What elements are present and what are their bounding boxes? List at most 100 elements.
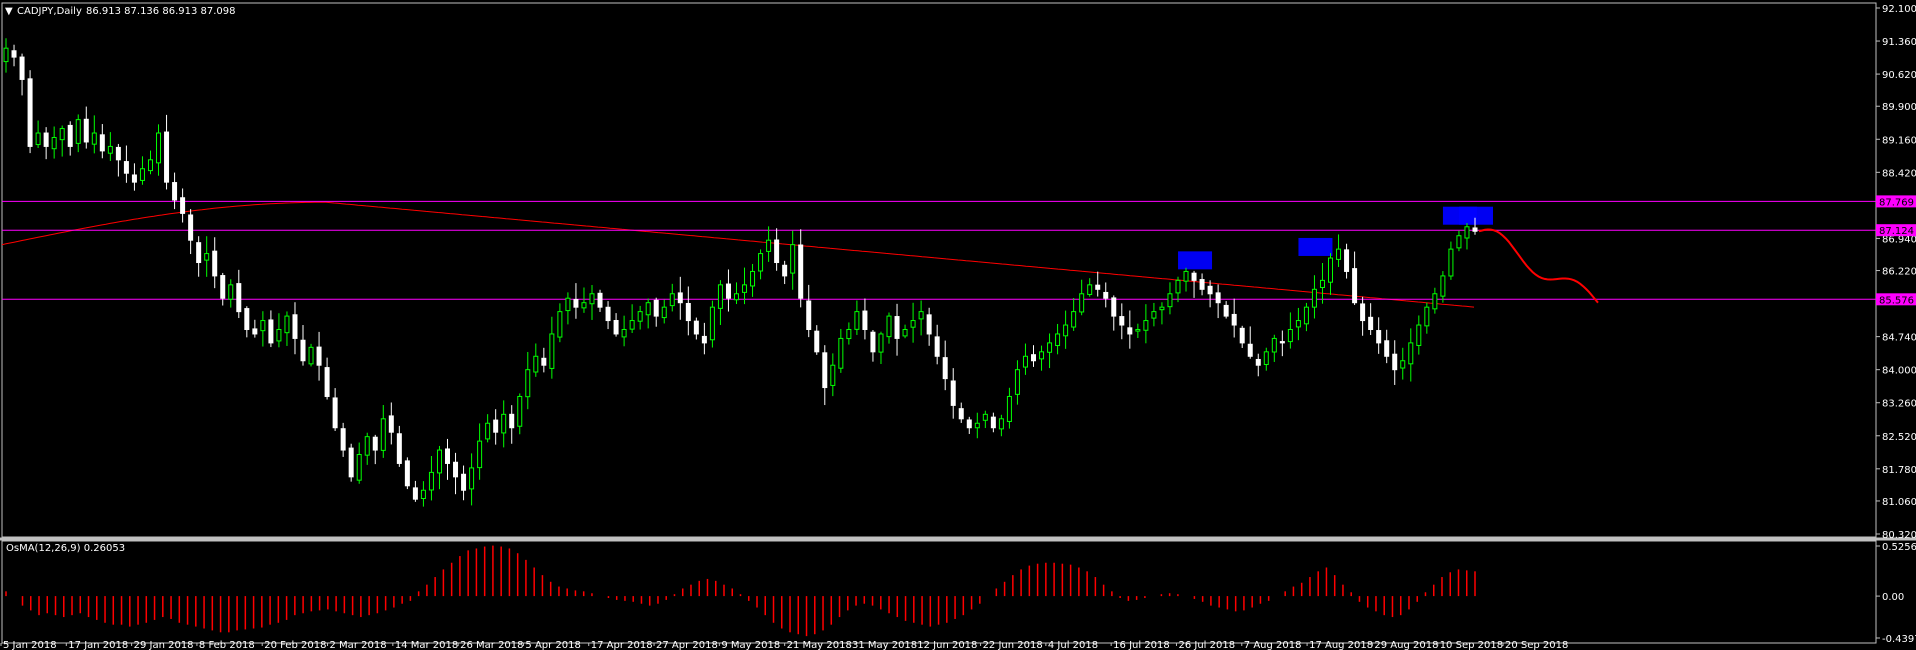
candle xyxy=(123,145,129,183)
candle xyxy=(356,442,362,484)
candle xyxy=(677,276,683,320)
candle xyxy=(1022,343,1028,375)
candle-body xyxy=(733,293,739,301)
candle-body xyxy=(902,328,908,337)
candle xyxy=(725,269,731,312)
candle xyxy=(782,260,788,285)
candle-body xyxy=(830,364,836,386)
osma-tick-label: -0.43971 xyxy=(1882,634,1916,645)
candle-body xyxy=(1295,320,1301,328)
candle-body xyxy=(356,454,362,481)
candle xyxy=(1416,315,1422,355)
candle xyxy=(1456,230,1462,252)
candle-body xyxy=(806,300,812,330)
candle xyxy=(798,229,804,308)
candle xyxy=(43,127,49,160)
candle xyxy=(517,393,523,435)
candle xyxy=(1287,312,1293,349)
candle-body xyxy=(589,293,595,305)
candle xyxy=(1376,317,1382,354)
dropdown-arrow-icon[interactable]: ▼ xyxy=(5,6,13,17)
candle-body xyxy=(276,328,282,342)
candle xyxy=(589,285,595,320)
candle xyxy=(509,405,515,444)
candle-body xyxy=(396,433,402,464)
candle xyxy=(742,267,748,305)
candle xyxy=(1119,303,1125,340)
date-tick-label: 2 Mar 2018 xyxy=(330,640,387,650)
candle xyxy=(1400,347,1406,380)
candle xyxy=(838,328,844,373)
candle-body xyxy=(878,333,884,353)
candle-body xyxy=(661,306,667,319)
candle xyxy=(1263,347,1269,371)
candle xyxy=(51,126,57,159)
candle-body xyxy=(1231,313,1237,326)
candle xyxy=(461,465,467,501)
candle-body xyxy=(1384,340,1390,357)
price-tick-label: 81.060 xyxy=(1882,497,1916,508)
candle xyxy=(549,316,555,379)
candle xyxy=(1279,330,1285,357)
candle-body xyxy=(156,132,162,164)
main-chart-frame xyxy=(1,2,1877,538)
candle xyxy=(1352,251,1358,305)
price-tag-label: 85.576 xyxy=(1879,295,1914,306)
chart-canvas[interactable]: 92.100 91.360 90.620 89.900 89.160 88.420 86.9… xyxy=(0,0,1916,650)
candle xyxy=(380,405,386,458)
price-tick-label: 84.000 xyxy=(1882,366,1916,377)
highlight-box xyxy=(1459,206,1493,225)
candles-layer[interactable] xyxy=(3,38,1478,507)
candle xyxy=(99,124,105,159)
candle xyxy=(147,150,153,175)
candle xyxy=(709,300,715,348)
candle-body xyxy=(790,244,796,274)
candle-body xyxy=(1167,293,1173,308)
candle-body xyxy=(1039,351,1045,360)
candle xyxy=(220,272,226,306)
candle-body xyxy=(685,302,691,322)
date-tick-label: 17 Jan 2018 xyxy=(68,640,128,650)
candle xyxy=(139,156,145,185)
candle-body xyxy=(51,136,57,150)
candle xyxy=(91,115,97,154)
candle xyxy=(180,188,186,223)
candle-body xyxy=(131,174,137,183)
candle-body xyxy=(1247,343,1253,357)
candle-body xyxy=(1199,279,1205,290)
date-tick-label: 26 Mar 2018 xyxy=(460,640,523,650)
candle-body xyxy=(782,264,788,277)
date-tick-label: 14 Mar 2018 xyxy=(395,640,458,650)
candle-body xyxy=(3,47,9,63)
candle-body xyxy=(428,471,434,491)
candle-body xyxy=(766,239,772,252)
candle xyxy=(1440,271,1446,303)
candle xyxy=(934,324,940,365)
price-tag-label: 87.769 xyxy=(1879,197,1914,208)
candle-body xyxy=(59,128,65,141)
candle-body xyxy=(212,250,218,277)
candle-body xyxy=(461,473,467,491)
candle-body xyxy=(814,330,820,353)
candle-body xyxy=(541,357,547,366)
candle-body xyxy=(717,284,723,309)
candle xyxy=(412,480,418,502)
candle-body xyxy=(91,132,97,145)
highlight-boxes-layer xyxy=(1178,206,1493,270)
candle xyxy=(428,455,434,501)
candle xyxy=(445,438,451,480)
candle-body xyxy=(172,182,178,201)
candle-body xyxy=(894,316,900,339)
candle xyxy=(926,307,932,346)
candle-body xyxy=(1456,235,1462,249)
candle xyxy=(621,315,627,347)
candle-body xyxy=(364,436,370,456)
candle-body xyxy=(404,460,410,487)
date-tick-label: 20 Feb 2018 xyxy=(264,640,326,650)
candle xyxy=(252,319,258,338)
candle xyxy=(1271,334,1277,362)
candle-body xyxy=(934,336,940,357)
candle-body xyxy=(557,311,563,338)
price-tag: 87.769 xyxy=(1876,195,1916,208)
date-tick-label: 20 Sep 2018 xyxy=(1505,640,1568,650)
